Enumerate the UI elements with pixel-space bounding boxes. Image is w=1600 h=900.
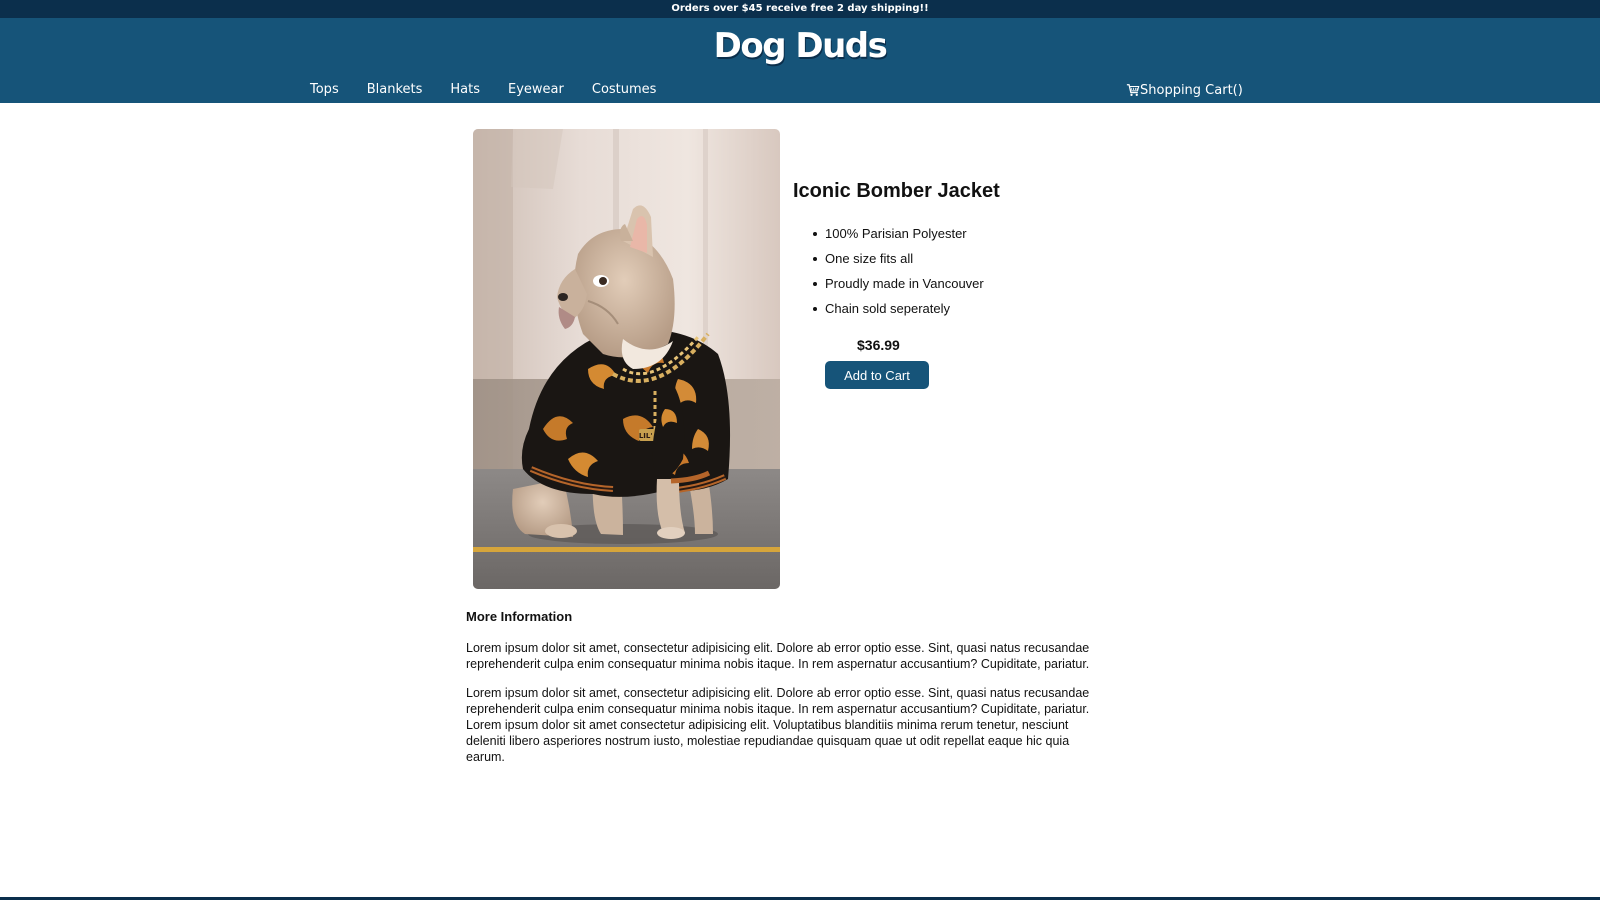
description-paragraph: Lorem ipsum dolor sit amet, consectetur … xyxy=(466,686,1090,764)
feature-item: One size fits all xyxy=(813,246,1113,271)
nav-item-tops[interactable]: Tops xyxy=(296,80,353,100)
nav-item-eyewear[interactable]: Eyewear xyxy=(494,80,578,100)
product-photo: LIL' MAN xyxy=(473,129,780,589)
nav-item-hats[interactable]: Hats xyxy=(436,80,494,100)
more-information-heading: More Information xyxy=(466,609,573,624)
dog-in-bomber-jacket-image: LIL' MAN xyxy=(473,129,780,589)
product-features: 100% Parisian Polyester One size fits al… xyxy=(793,221,1113,321)
site-logo[interactable]: Dog Duds xyxy=(0,26,1600,66)
main-nav: Tops Blankets Hats Eyewear Costumes xyxy=(296,80,670,100)
feature-item: Proudly made in Vancouver xyxy=(813,271,1113,296)
feature-item: Chain sold seperately xyxy=(813,296,1113,321)
site-header: Dog Duds Tops Blankets Hats Eyewear Cost… xyxy=(0,18,1600,103)
shopping-cart-label: Shopping Cart() xyxy=(1140,83,1243,98)
feature-item: 100% Parisian Polyester xyxy=(813,221,1113,246)
description-paragraph: Lorem ipsum dolor sit amet, consectetur … xyxy=(466,641,1090,671)
add-to-cart-button[interactable]: Add to Cart xyxy=(825,361,929,389)
product-info: Iconic Bomber Jacket 100% Parisian Polye… xyxy=(793,180,1113,389)
product-title: Iconic Bomber Jacket xyxy=(793,180,1000,202)
nav-item-blankets[interactable]: Blankets xyxy=(353,80,437,100)
product-price: $36.99 xyxy=(857,337,900,353)
nav-item-costumes[interactable]: Costumes xyxy=(578,80,671,100)
shopping-cart-link[interactable]: Shopping Cart() xyxy=(1126,81,1243,101)
more-information-section: More Information Lorem ipsum dolor sit a… xyxy=(466,609,1106,765)
promo-banner: Orders over $45 receive free 2 day shipp… xyxy=(0,0,1600,18)
shopping-cart-icon xyxy=(1126,84,1140,97)
